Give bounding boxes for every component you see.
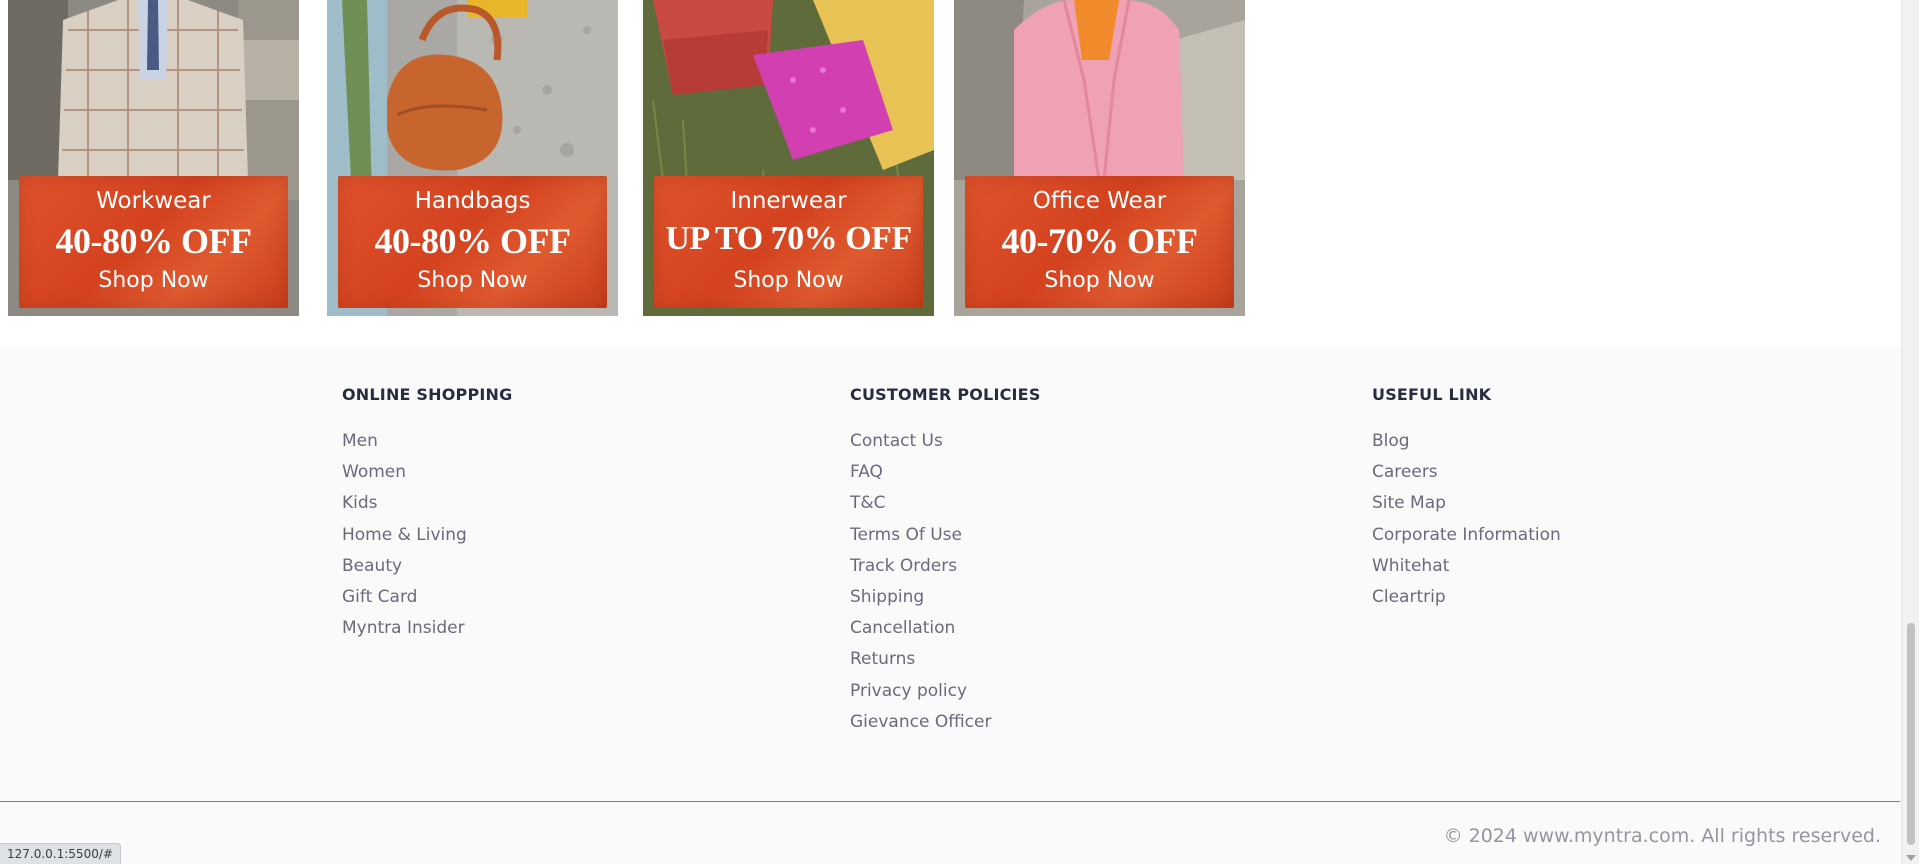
promo-tiles: Workwear 40-80% OFF Shop Now Handbags 40… [0, 0, 1901, 316]
scrollbar-thumb[interactable] [1907, 623, 1915, 845]
footer-link-privacy-policy[interactable]: Privacy policy [850, 681, 967, 701]
vertical-scrollbar[interactable] [1901, 0, 1919, 864]
footer-link-returns[interactable]: Returns [850, 649, 915, 669]
footer-link-myntra-insider[interactable]: Myntra Insider [342, 618, 465, 638]
footer-column-useful-link: USEFUL LINK Blog Careers Site Map Corpor… [1372, 385, 1561, 618]
footer-link-grievance-officer[interactable]: Gievance Officer [850, 712, 991, 732]
footer-link-beauty[interactable]: Beauty [342, 556, 402, 576]
promo-banner: Office Wear 40-70% OFF Shop Now [965, 176, 1234, 308]
promo-discount: 40-80% OFF [55, 221, 252, 261]
site-footer: ONLINE SHOPPING Men Women Kids Home & Li… [0, 347, 1901, 864]
footer-link-contact-us[interactable]: Contact Us [850, 431, 943, 451]
footer-link-terms-of-use[interactable]: Terms Of Use [850, 525, 962, 545]
promo-tile-innerwear[interactable]: Innerwear UP TO 70% OFF Shop Now [643, 0, 934, 316]
footer-column-online-shopping: ONLINE SHOPPING Men Women Kids Home & Li… [342, 385, 512, 649]
copyright-text: © 2024 www.myntra.com. All rights reserv… [1443, 825, 1881, 847]
promo-discount: 40-70% OFF [1001, 221, 1198, 261]
footer-heading: USEFUL LINK [1372, 385, 1492, 404]
footer-link-corporate-information[interactable]: Corporate Information [1372, 525, 1561, 545]
promo-tile-office-wear[interactable]: Office Wear 40-70% OFF Shop Now [954, 0, 1245, 316]
footer-link-site-map[interactable]: Site Map [1372, 493, 1446, 513]
footer-link-women[interactable]: Women [342, 462, 406, 482]
footer-link-blog[interactable]: Blog [1372, 431, 1410, 451]
promo-banner: Workwear 40-80% OFF Shop Now [19, 176, 288, 308]
footer-link-cleartrip[interactable]: Cleartrip [1372, 587, 1446, 607]
footer-link-cancellation[interactable]: Cancellation [850, 618, 955, 638]
footer-link-whitehat[interactable]: Whitehat [1372, 556, 1449, 576]
shop-now-link[interactable]: Shop Now [654, 268, 923, 293]
footer-link-home-living[interactable]: Home & Living [342, 525, 467, 545]
page-viewport: Workwear 40-80% OFF Shop Now Handbags 40… [0, 0, 1901, 864]
footer-heading: CUSTOMER POLICIES [850, 385, 1041, 404]
promo-category: Handbags [414, 188, 531, 214]
promo-category: Office Wear [1032, 188, 1167, 214]
footer-heading: ONLINE SHOPPING [342, 385, 513, 404]
status-bar-url: 127.0.0.1:5500/# [0, 843, 121, 864]
footer-link-faq[interactable]: FAQ [850, 462, 883, 482]
footer-column-customer-policies: CUSTOMER POLICIES Contact Us FAQ T&C Ter… [850, 385, 1041, 743]
footer-divider [0, 801, 1900, 802]
scroll-down-arrow-icon[interactable] [1906, 855, 1916, 861]
promo-banner: Innerwear UP TO 70% OFF Shop Now [654, 176, 923, 308]
promo-category: Workwear [96, 188, 211, 214]
footer-link-list: Contact Us FAQ T&C Terms Of Use Track Or… [850, 431, 1041, 743]
promo-discount: UP TO 70% OFF [665, 220, 912, 257]
promo-discount: 40-80% OFF [374, 221, 571, 261]
shop-now-link[interactable]: Shop Now [338, 268, 607, 293]
footer-link-list: Blog Careers Site Map Corporate Informat… [1372, 431, 1561, 618]
promo-tile-workwear[interactable]: Workwear 40-80% OFF Shop Now [8, 0, 299, 316]
footer-link-men[interactable]: Men [342, 431, 378, 451]
footer-link-careers[interactable]: Careers [1372, 462, 1438, 482]
promo-category: Innerwear [730, 188, 847, 214]
shop-now-link[interactable]: Shop Now [19, 268, 288, 293]
promo-tile-handbags[interactable]: Handbags 40-80% OFF Shop Now [327, 0, 618, 316]
footer-link-gift-card[interactable]: Gift Card [342, 587, 417, 607]
footer-link-list: Men Women Kids Home & Living Beauty Gift… [342, 431, 512, 649]
footer-link-tc[interactable]: T&C [850, 493, 886, 513]
shop-now-link[interactable]: Shop Now [965, 268, 1234, 293]
footer-link-kids[interactable]: Kids [342, 493, 378, 513]
footer-link-track-orders[interactable]: Track Orders [850, 556, 957, 576]
footer-link-shipping[interactable]: Shipping [850, 587, 924, 607]
promo-banner: Handbags 40-80% OFF Shop Now [338, 176, 607, 308]
